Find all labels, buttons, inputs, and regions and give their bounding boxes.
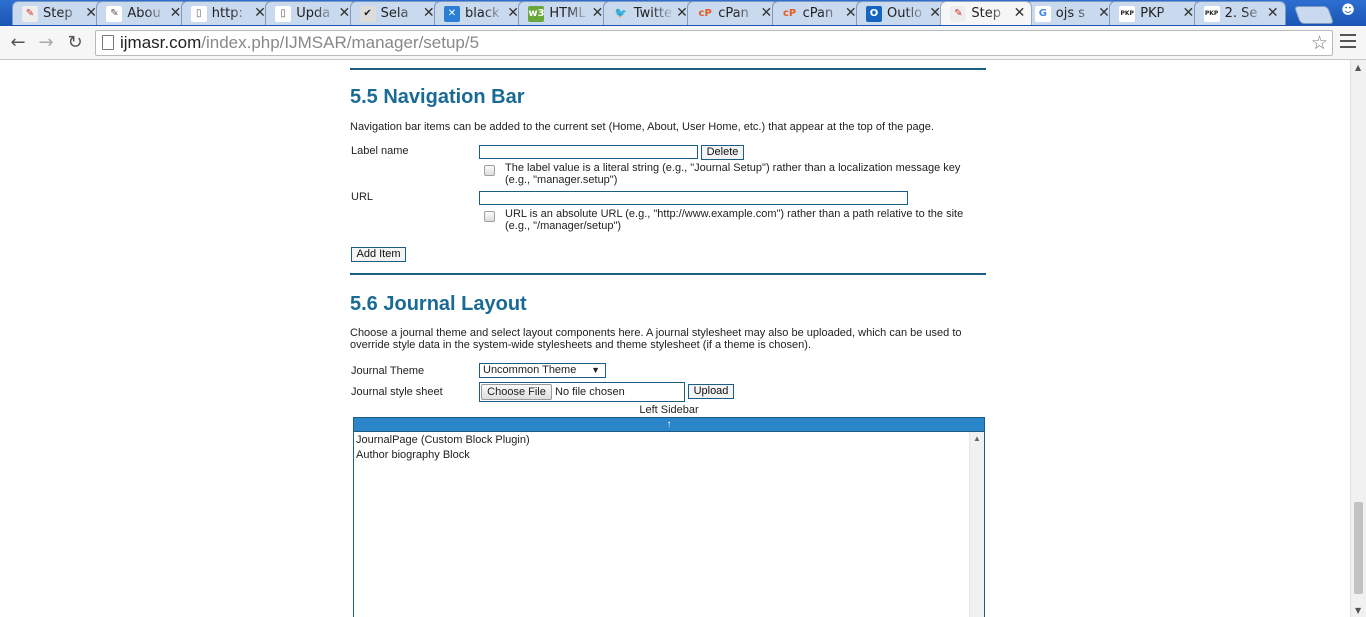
new-tab-button[interactable]	[1293, 6, 1335, 24]
x-logo-icon: ✕	[444, 6, 460, 22]
browser-tab[interactable]: cP cPan ✕	[687, 1, 780, 25]
pkp-icon: PKP	[1119, 6, 1136, 22]
browser-tab[interactable]: PKP PKP ✕	[1109, 1, 1202, 25]
browser-tab[interactable]: w3HTML✕	[518, 1, 611, 25]
close-tab-icon[interactable]: ✕	[338, 5, 350, 21]
left-sidebar-title: Left Sidebar	[639, 404, 699, 416]
close-tab-icon[interactable]: ✕	[423, 5, 435, 21]
add-item-button[interactable]: Add Item	[351, 247, 406, 262]
section-title-navigation-bar: 5.5 Navigation Bar	[350, 86, 525, 108]
navigation-bar-description: Navigation bar items can be added to the…	[350, 121, 934, 133]
bookmark-star-icon[interactable]: ☆	[1311, 32, 1328, 54]
label-name-label: Label name	[351, 145, 409, 157]
label-literal-text: The label value is a literal string (e.g…	[505, 162, 961, 186]
stylesheet-file-input[interactable]: Choose File No file chosen	[479, 382, 685, 402]
ojs-icon: ✎	[22, 6, 38, 22]
close-tab-icon[interactable]: ✕	[592, 5, 604, 21]
page-content: 5.5 Navigation Bar Navigation bar items …	[0, 60, 1350, 617]
browser-tab[interactable]: Gojs s ✕	[1024, 1, 1117, 25]
scroll-up-icon[interactable]: ▲	[973, 434, 981, 443]
menu-icon[interactable]	[1340, 34, 1356, 52]
close-tab-icon[interactable]: ✕	[85, 5, 97, 21]
document-icon: ▯	[190, 6, 207, 22]
browser-toolbar: ← → ↻ ijmasr.com/index.php/IJMSAR/manage…	[0, 26, 1366, 60]
sidebar-move-up-button[interactable]: ↑	[353, 417, 985, 432]
arrow-up-icon: ↑	[666, 419, 672, 430]
browser-tab[interactable]: 🐦Twitte✕	[602, 1, 695, 25]
journal-theme-label: Journal Theme	[351, 365, 425, 377]
ojs-icon: ✎	[950, 6, 967, 22]
close-tab-icon[interactable]: ✕	[1182, 5, 1194, 21]
browser-tab[interactable]: ✕black✕	[434, 1, 526, 25]
twitter-icon: 🐦	[614, 8, 628, 19]
forward-icon[interactable]: →	[34, 31, 58, 55]
browser-tab[interactable]: cP cPan ✕	[771, 1, 864, 25]
browser-tab[interactable]: ✎ Abou ✕	[96, 1, 189, 25]
scrollbar-thumb[interactable]	[1354, 502, 1363, 594]
user-profile-icon[interactable]: ☻	[1340, 3, 1356, 19]
scroll-down-icon[interactable]: ▼	[1355, 606, 1361, 615]
journal-theme-value: Uncommon Theme	[483, 364, 577, 376]
section-title-journal-layout: 5.6 Journal Layout	[350, 293, 527, 315]
delete-button[interactable]: Delete	[701, 145, 744, 160]
page-icon	[102, 35, 114, 50]
cpanel-icon: cP	[698, 8, 712, 19]
list-item[interactable]: Author biography Block	[356, 449, 470, 461]
left-sidebar-list[interactable]: JournalPage (Custom Block Plugin) Author…	[353, 432, 985, 617]
close-tab-icon[interactable]: ✕	[170, 5, 182, 21]
journal-stylesheet-label: Journal style sheet	[351, 386, 443, 398]
section-divider	[350, 68, 986, 70]
dropdown-caret-icon: ▼	[591, 365, 600, 375]
browser-tab[interactable]: PKP 2. Se ✕	[1193, 1, 1286, 25]
reload-icon[interactable]: ↻	[63, 31, 87, 55]
browser-tab[interactable]: ✎ Step ✕	[940, 1, 1033, 25]
page-scrollbar[interactable]: ▲ ▼	[1350, 60, 1366, 617]
url-input[interactable]	[479, 191, 908, 205]
label-literal-checkbox[interactable]	[484, 165, 495, 176]
address-url: ijmasr.com/index.php/IJMSAR/manager/setu…	[120, 33, 479, 53]
file-status-text: No file chosen	[555, 386, 625, 398]
list-item[interactable]: JournalPage (Custom Block Plugin)	[356, 434, 530, 446]
browser-tab[interactable]: OOutlo✕	[856, 1, 948, 25]
address-bar[interactable]: ijmasr.com/index.php/IJMSAR/manager/setu…	[95, 30, 1333, 56]
close-tab-icon[interactable]: ✕	[845, 5, 857, 21]
absolute-url-checkbox[interactable]	[484, 211, 495, 222]
sidebar-list-scrollbar[interactable]: ▲	[969, 432, 984, 617]
browser-tab[interactable]: ▯ Upda ✕	[265, 1, 358, 25]
close-tab-icon[interactable]: ✕	[1014, 5, 1026, 21]
absolute-url-text: URL is an absolute URL (e.g., "http://ww…	[505, 208, 964, 232]
scroll-up-icon[interactable]: ▲	[1355, 63, 1361, 72]
journal-theme-select[interactable]: Uncommon Theme ▼	[479, 363, 606, 378]
close-tab-icon[interactable]: ✕	[929, 5, 941, 21]
close-tab-icon[interactable]: ✕	[254, 5, 266, 21]
url-label: URL	[351, 191, 374, 203]
selenium-icon: ✔	[359, 6, 376, 22]
document-icon: ▯	[275, 6, 292, 22]
url-path: /index.php/IJMSAR/manager/setup/5	[201, 33, 480, 52]
journal-layout-description: Choose a journal theme and select layout…	[350, 327, 962, 351]
url-host: ijmasr.com	[120, 33, 202, 52]
browser-tab[interactable]: ▯ http: ✕	[180, 1, 273, 25]
browser-tab[interactable]: ✎ Step ✕	[12, 1, 104, 25]
section-divider	[350, 273, 986, 275]
choose-file-button[interactable]: Choose File	[481, 384, 552, 400]
close-tab-icon[interactable]: ✕	[1098, 5, 1110, 21]
label-name-input[interactable]	[479, 145, 698, 159]
pkp-icon: PKP	[1203, 6, 1220, 22]
upload-button[interactable]: Upload	[688, 384, 734, 399]
w3-icon: w3	[528, 6, 545, 22]
tab-strip: ✎Step✕✎Abou✕▯http:✕▯Upda✕✔Sela✕✕black✕w3…	[0, 0, 1366, 26]
close-tab-icon[interactable]: ✕	[1267, 5, 1279, 21]
back-icon[interactable]: ←	[6, 31, 30, 55]
outlook-icon: O	[866, 6, 882, 22]
close-tab-icon[interactable]: ✕	[760, 5, 772, 21]
close-tab-icon[interactable]: ✕	[507, 5, 519, 21]
cpanel-icon: cP	[782, 8, 797, 19]
browser-tab[interactable]: ✔ Sela ✕	[349, 1, 442, 25]
page-edit-icon: ✎	[106, 6, 123, 22]
close-tab-icon[interactable]: ✕	[676, 5, 688, 21]
google-icon: G	[1034, 6, 1051, 22]
